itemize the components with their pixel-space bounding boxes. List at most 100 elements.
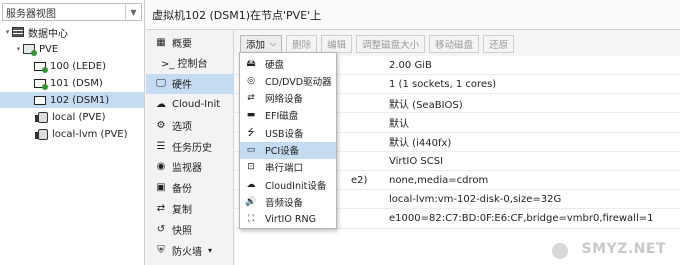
edit-button[interactable]: 编辑 (321, 35, 353, 53)
hardware-value: local-lvm:vm-102-disk-0,size=32G (389, 193, 562, 205)
hardware-value: 默认 (389, 119, 409, 131)
efi-disk-icon: ▬ (246, 110, 256, 121)
watermark: SMYZ.NET (581, 241, 666, 257)
remove-button[interactable]: 删除 (286, 35, 318, 53)
hardware-value: e1000=82:C7:BD:0F:E6:CF,bridge=vmbr0,fir… (389, 213, 654, 225)
nav-item-label: 备份 (172, 184, 192, 196)
menu-item-label: 串行端口 (265, 163, 304, 175)
resource-tree-panel: 服务器视图 ▼ ▾ 数据中心 ▾ PVE 100 (LEDE) 101 (DSM) 102 … (0, 0, 145, 265)
cd-dvd-icon: ◎ (247, 75, 255, 86)
options-icon: ⚙ (156, 119, 166, 131)
storage-icon (35, 111, 48, 123)
menu-item-pci-device[interactable]: ▭ PCI设备 (240, 141, 336, 159)
add-button-label: 添加 (246, 40, 266, 51)
resize-disk-button-label: 调整磁盘大小 (362, 40, 420, 51)
menu-item-efi-disk[interactable]: ▬ EFI磁盘 (240, 107, 336, 124)
hardware-value: 1 (1 sockets, 1 cores) (389, 78, 497, 90)
menu-item-virtio-rng[interactable]: ⛶ VirtIO RNG (240, 211, 336, 228)
nav-item-label: Cloud-Init (172, 98, 221, 110)
nav-item-label: 监视器 (172, 163, 202, 175)
tree-item[interactable]: local (PVE) (0, 109, 144, 125)
nav-item-firewall[interactable]: ⛨ 防火墙 ▾ (146, 240, 234, 260)
menu-item-usb-device[interactable]: ⭍ USB设备 (240, 124, 336, 141)
nav-item-replication[interactable]: ⇄ 复制 (146, 198, 234, 218)
datacenter-icon (12, 27, 24, 37)
nav-item-label: 防火墙 (172, 246, 202, 258)
nav-item-summary[interactable]: ▦ 概要 (146, 32, 234, 52)
nav-item-console[interactable]: >_ 控制台 (146, 53, 234, 73)
hard-disk-icon: 🖴 (246, 58, 256, 69)
replication-icon: ⇄ (156, 202, 166, 214)
nav-item-cloud-init[interactable]: ☁ Cloud-Init (146, 94, 234, 114)
tree-item[interactable]: 100 (LEDE) (0, 58, 144, 74)
pci-device-icon: ▭ (246, 145, 256, 155)
tree-item-label: 100 (LEDE) (50, 60, 106, 72)
tree-item-label: 102 (DSM1) (50, 94, 110, 106)
nav-item-task-history[interactable]: ☰ 任务历史 (146, 136, 234, 156)
view-selector[interactable]: 服务器视图 ▼ (2, 3, 142, 21)
add-hardware-menu: 🖴 硬盘 ◎ CD/DVD驱动器 ⇄ 网络设备 ▬ EFI磁盘 ⭍ USB设备 ▭ PCI设备 ⊡ 串行端… (239, 52, 337, 229)
menu-item-serial-port[interactable]: ⊡ 串行端口 (240, 159, 336, 176)
serial-port-icon: ⊡ (247, 162, 255, 173)
tree-item[interactable]: local-lvm (PVE) (0, 126, 144, 142)
expand-toggle-icon[interactable]: ▾ (14, 45, 23, 53)
nav-item-backup[interactable]: ▣ 备份 (146, 178, 234, 198)
cloudinit-device-icon: ☁ (246, 179, 256, 190)
cloud-init-icon: ☁ (156, 98, 166, 110)
summary-icon: ▦ (156, 36, 166, 48)
vm-nav-panel: ▦ 概要 >_ 控制台 🖵 硬件 ☁ Cloud-Init ⚙ 选项 ☰ 任务历史 ◉ 监视器 ▣ 备份 ⇄ 复… (146, 30, 234, 265)
tree-item-label: local (PVE) (52, 111, 106, 123)
tree-item-label: 数据中心 (28, 28, 68, 40)
menu-item-label: EFI磁盘 (265, 111, 299, 123)
task-history-icon: ☰ (156, 140, 166, 152)
view-selector-label: 服务器视图 (6, 8, 56, 20)
resize-disk-button[interactable]: 调整磁盘大小 (356, 35, 426, 53)
menu-item-cd-dvd[interactable]: ◎ CD/DVD驱动器 (240, 72, 336, 89)
nav-item-label: 选项 (172, 121, 192, 133)
vm-icon (34, 61, 48, 73)
nav-item-options[interactable]: ⚙ 选项 (146, 115, 234, 135)
hardware-icon: 🖵 (156, 78, 166, 90)
menu-item-label: 音频设备 (265, 197, 304, 209)
move-disk-button[interactable]: 移动磁盘 (429, 35, 480, 53)
menu-item-hard-disk[interactable]: 🖴 硬盘 (240, 55, 336, 72)
menu-item-label: CloudInit设备 (265, 180, 327, 192)
audio-device-icon: 🔊 (245, 196, 257, 207)
snapshots-icon: ↺ (156, 223, 166, 235)
revert-button[interactable]: 还原 (483, 35, 515, 53)
firewall-icon: ⛨ (157, 244, 165, 256)
menu-item-label: VirtIO RNG (265, 213, 316, 225)
hardware-value: 默认 (i440fx) (389, 138, 452, 150)
menu-item-label: USB设备 (265, 128, 304, 140)
add-button[interactable]: 添加 ⌵ (240, 35, 283, 53)
page-title-text: 虚拟机102 (DSM1)在节点'PVE'上 (152, 8, 322, 22)
menu-item-cloudinit-device[interactable]: ☁ CloudInit设备 (240, 176, 336, 193)
tree-item-label: 101 (DSM) (50, 77, 103, 89)
chevron-down-icon: ⌵ (270, 39, 277, 48)
nav-item-snapshots[interactable]: ↺ 快照 (146, 219, 234, 239)
menu-item-label: CD/DVD驱动器 (265, 76, 332, 88)
hardware-value: 2.00 GiB (389, 59, 432, 71)
hardware-value: VirtIO SCSI (389, 155, 444, 167)
menu-item-network-device[interactable]: ⇄ 网络设备 (240, 90, 336, 107)
move-disk-button-label: 移动磁盘 (435, 40, 474, 51)
expand-toggle-icon[interactable]: ▾ (3, 28, 12, 36)
page-title: 虚拟机102 (DSM1)在节点'PVE'上 (146, 0, 680, 30)
tree-item[interactable]: ▾ PVE (0, 41, 144, 57)
nav-item-label: 硬件 (172, 80, 192, 92)
tree-item[interactable]: 102 (DSM1) (0, 92, 144, 108)
tree-item[interactable]: ▾ 数据中心 (0, 24, 144, 40)
menu-item-audio-device[interactable]: 🔊 音频设备 (240, 193, 336, 210)
tree-item[interactable]: 101 (DSM) (0, 75, 144, 91)
chevron-down-icon[interactable]: ▾ (208, 246, 212, 255)
virtio-rng-icon: ⛶ (247, 214, 255, 225)
remove-button-label: 删除 (292, 40, 312, 51)
menu-item-label: 硬盘 (265, 59, 285, 71)
nav-item-monitor[interactable]: ◉ 监视器 (146, 157, 234, 177)
nav-item-label: 任务历史 (172, 142, 212, 154)
nav-item-hardware[interactable]: 🖵 硬件 (146, 73, 234, 94)
storage-icon (35, 128, 48, 140)
chevron-down-icon[interactable]: ▼ (125, 4, 141, 20)
network-device-icon: ⇄ (247, 93, 255, 104)
backup-icon: ▣ (156, 182, 166, 194)
